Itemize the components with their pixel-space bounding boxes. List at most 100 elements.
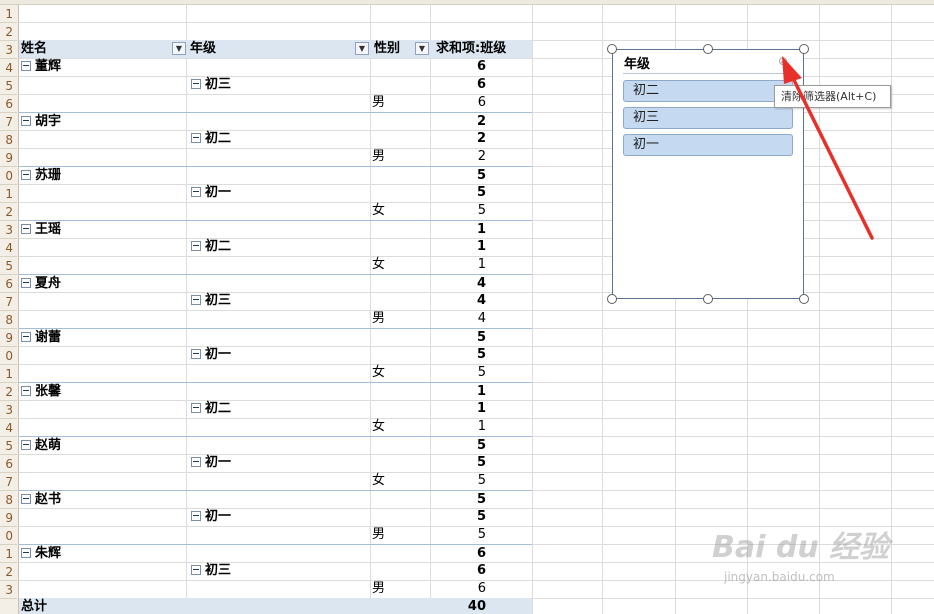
- grade-text: 初三: [205, 77, 232, 92]
- pivot-row-name[interactable]: 王瑶 1: [19, 220, 532, 239]
- collapse-icon[interactable]: [191, 348, 201, 359]
- row-number[interactable]: 8: [0, 131, 17, 149]
- pivot-row-grade[interactable]: 初一 5: [19, 454, 532, 472]
- pivot-row-name[interactable]: 董辉 6: [19, 58, 532, 76]
- row-number[interactable]: 6: [0, 275, 17, 293]
- row-number[interactable]: 6: [0, 455, 17, 473]
- collapse-icon[interactable]: [191, 564, 201, 575]
- row-number[interactable]: 9: [0, 329, 17, 347]
- clear-filter-icon[interactable]: ⊘: [775, 54, 791, 68]
- pivot-row-sex[interactable]: 男6: [19, 94, 532, 112]
- pivot-row-grade[interactable]: 初二 2: [19, 130, 532, 148]
- collapse-icon[interactable]: [21, 547, 31, 558]
- collapse-icon[interactable]: [21, 223, 31, 234]
- pivot-row-sex[interactable]: 女1: [19, 418, 532, 436]
- row-number[interactable]: 4: [0, 239, 17, 257]
- slicer-item-grade2[interactable]: 初二: [623, 80, 793, 102]
- row-number[interactable]: 2: [0, 203, 17, 221]
- resize-handle-tr[interactable]: [799, 44, 809, 54]
- row-number[interactable]: 1: [0, 365, 17, 383]
- collapse-icon[interactable]: [191, 240, 201, 251]
- row-number[interactable]: 9: [0, 509, 17, 527]
- collapse-icon[interactable]: [191, 132, 201, 143]
- collapse-icon[interactable]: [21, 60, 31, 71]
- row-number[interactable]: 2: [0, 563, 17, 581]
- resize-handle-tc[interactable]: [703, 44, 713, 54]
- pivot-row-grade[interactable]: 初三 4: [19, 292, 532, 310]
- pivot-row-grade[interactable]: 初一 5: [19, 508, 532, 526]
- slicer-item-grade3[interactable]: 初三: [623, 107, 793, 129]
- row-number[interactable]: 1: [0, 5, 17, 23]
- collapse-icon[interactable]: [21, 115, 31, 126]
- row-number[interactable]: 7: [0, 473, 17, 491]
- row-number[interactable]: 5: [0, 437, 17, 455]
- collapse-icon[interactable]: [191, 186, 201, 197]
- sex-filter-dropdown-icon[interactable]: ▼: [415, 42, 429, 55]
- collapse-icon[interactable]: [191, 294, 201, 305]
- pivot-row-grade[interactable]: 初一 5: [19, 184, 532, 202]
- collapse-icon[interactable]: [191, 456, 201, 467]
- resize-handle-bl[interactable]: [607, 294, 617, 304]
- pivot-row-sex[interactable]: 女5: [19, 472, 532, 490]
- pivot-row-sex[interactable]: 女5: [19, 364, 532, 382]
- pivot-row-name[interactable]: 赵萌 5: [19, 436, 532, 455]
- resize-handle-br[interactable]: [799, 294, 809, 304]
- pivot-row-sex[interactable]: 男2: [19, 148, 532, 166]
- pivot-row-sex[interactable]: 男6: [19, 580, 532, 598]
- pivot-row-grade[interactable]: 初二 1: [19, 400, 532, 418]
- row-number[interactable]: 3: [0, 581, 17, 599]
- row-number[interactable]: 4: [0, 59, 17, 77]
- sum-value: 5: [476, 509, 486, 524]
- pivot-row-grade[interactable]: 初一 5: [19, 346, 532, 364]
- pivot-row-name[interactable]: 夏舟 4: [19, 274, 532, 293]
- name-filter-dropdown-icon[interactable]: ▼: [172, 42, 186, 55]
- pivot-row-name[interactable]: 胡宇 2: [19, 112, 532, 131]
- grid-col-line: [602, 5, 603, 614]
- pivot-row-sex[interactable]: 女1: [19, 256, 532, 274]
- collapse-icon[interactable]: [21, 439, 31, 450]
- row-number[interactable]: 4: [0, 419, 17, 437]
- row-number[interactable]: 9: [0, 149, 17, 167]
- row-number[interactable]: 0: [0, 167, 17, 185]
- row-number[interactable]: 7: [0, 113, 17, 131]
- pivot-row-name[interactable]: 谢蕾 5: [19, 328, 532, 347]
- row-number[interactable]: 1: [0, 185, 17, 203]
- row-number[interactable]: 8: [0, 311, 17, 329]
- pivot-row-name[interactable]: 赵书 5: [19, 490, 532, 509]
- collapse-icon[interactable]: [21, 493, 31, 504]
- pivot-row-name[interactable]: 苏珊 5: [19, 166, 532, 185]
- name-cell: 王瑶: [21, 221, 61, 239]
- collapse-icon[interactable]: [191, 402, 201, 413]
- row-number[interactable]: 3: [0, 221, 17, 239]
- collapse-icon[interactable]: [21, 331, 31, 342]
- pivot-row-sex[interactable]: 男5: [19, 526, 532, 544]
- pivot-row-sex[interactable]: 男4: [19, 310, 532, 328]
- row-number[interactable]: 5: [0, 77, 17, 95]
- pivot-row-name[interactable]: 张馨 1: [19, 382, 532, 401]
- row-number[interactable]: 2: [0, 383, 17, 401]
- pivot-row-grade[interactable]: 初三 6: [19, 562, 532, 580]
- collapse-icon[interactable]: [21, 169, 31, 180]
- resize-handle-bc[interactable]: [703, 294, 713, 304]
- pivot-row-grade[interactable]: 初三 6: [19, 76, 532, 94]
- row-number[interactable]: 7: [0, 293, 17, 311]
- row-number[interactable]: 3: [0, 401, 17, 419]
- row-number[interactable]: 0: [0, 527, 17, 545]
- pivot-row-name[interactable]: 朱辉 6: [19, 544, 532, 563]
- collapse-icon[interactable]: [191, 78, 201, 89]
- row-number[interactable]: 8: [0, 491, 17, 509]
- collapse-icon[interactable]: [21, 277, 31, 288]
- grade-filter-dropdown-icon[interactable]: ▼: [355, 42, 369, 55]
- row-number[interactable]: 5: [0, 257, 17, 275]
- row-number[interactable]: 1: [0, 545, 17, 563]
- collapse-icon[interactable]: [21, 385, 31, 396]
- resize-handle-tl[interactable]: [607, 44, 617, 54]
- row-number[interactable]: 3: [0, 41, 17, 59]
- row-number[interactable]: 6: [0, 95, 17, 113]
- row-number[interactable]: 2: [0, 23, 17, 41]
- slicer-item-grade1[interactable]: 初一: [623, 134, 793, 156]
- row-number[interactable]: 0: [0, 347, 17, 365]
- pivot-row-sex[interactable]: 女5: [19, 202, 532, 220]
- collapse-icon[interactable]: [191, 510, 201, 521]
- pivot-row-grade[interactable]: 初二 1: [19, 238, 532, 256]
